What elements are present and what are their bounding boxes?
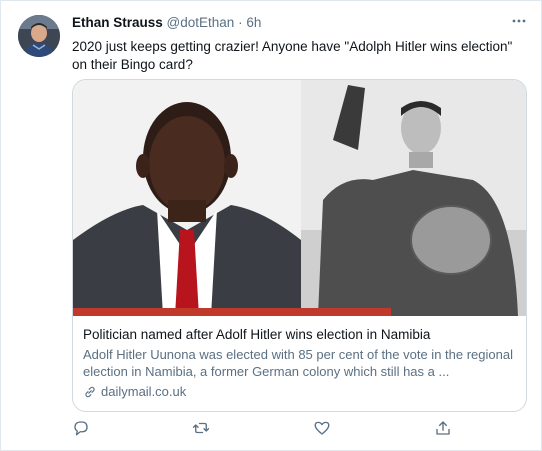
heart-icon[interactable] (313, 419, 335, 441)
tweet-actions (72, 419, 472, 441)
more-horizontal-icon[interactable] (511, 13, 527, 33)
avatar[interactable] (18, 15, 60, 57)
separator-dot: · (238, 15, 243, 30)
link-card[interactable]: Politician named after Adolf Hitler wins… (72, 79, 527, 412)
share-icon[interactable] (434, 419, 456, 441)
avatar-image (18, 15, 60, 57)
card-description: Adolf Hitler Uunona was elected with 85 … (83, 347, 513, 379)
author-name[interactable]: Ethan Strauss (72, 15, 163, 30)
tweet-text: 2020 just keeps getting crazier! Anyone … (72, 39, 513, 72)
author-handle[interactable]: @dotEthan (167, 15, 235, 30)
link-icon (85, 386, 95, 397)
card-body: Politician named after Adolf Hitler wins… (83, 326, 516, 399)
card-domain[interactable]: dailymail.co.uk (83, 384, 516, 399)
tweet-time[interactable]: 6h (246, 15, 261, 30)
reply-icon[interactable] (72, 419, 94, 441)
card-image (73, 80, 526, 316)
card-title[interactable]: Politician named after Adolf Hitler wins… (83, 326, 516, 344)
retweet-icon[interactable] (192, 419, 214, 441)
tweet[interactable]: Ethan Strauss @dotEthan · 6h 2020 just k… (0, 0, 542, 451)
card-domain-text: dailymail.co.uk (101, 384, 187, 399)
tweet-header: Ethan Strauss @dotEthan · 6h (72, 15, 525, 35)
